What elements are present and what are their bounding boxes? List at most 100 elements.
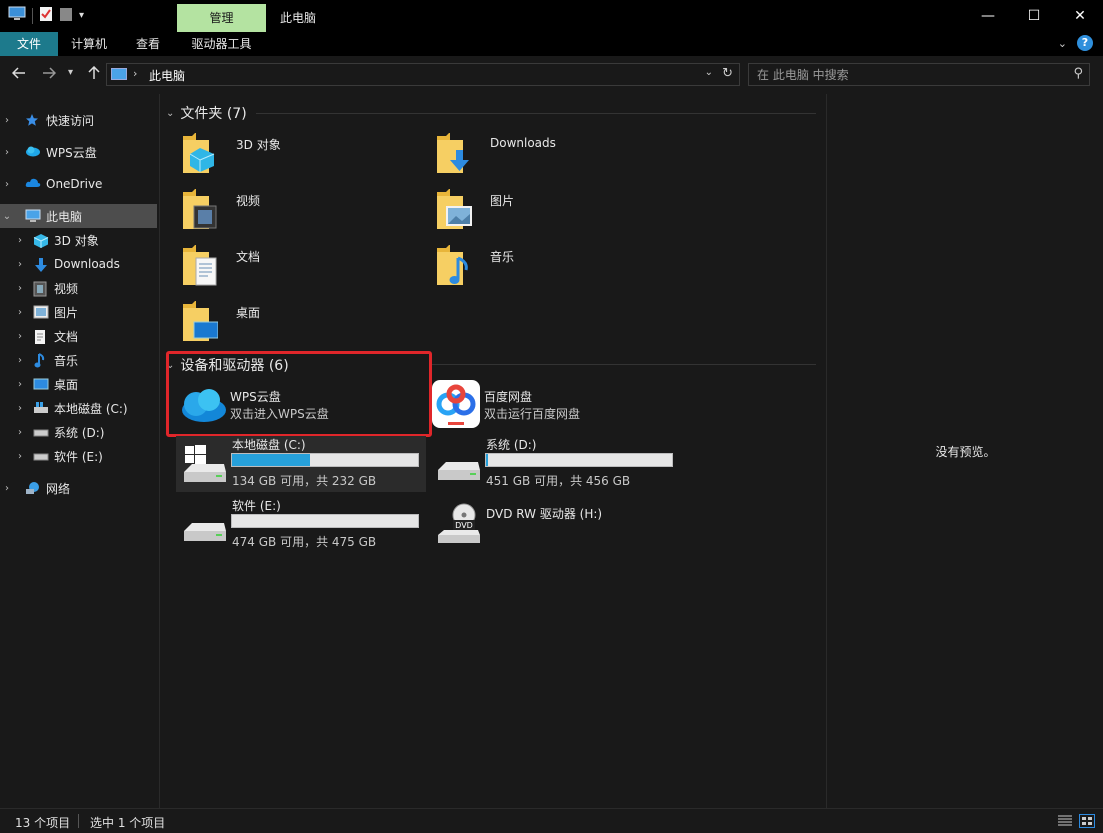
- wps-cloud-icon: [25, 145, 41, 159]
- sidebar-item-downloads[interactable]: › Downloads: [0, 252, 157, 276]
- chevron-right-icon[interactable]: ›: [13, 331, 27, 342]
- sidebar-item-software-e[interactable]: › 软件 (E:): [0, 444, 157, 468]
- expand-ribbon-button[interactable]: ⌄: [1058, 37, 1067, 50]
- usage-bar: [231, 514, 419, 528]
- recent-locations-button[interactable]: ▾: [68, 67, 73, 78]
- navigation-pane: › 快速访问 › WPS云盘 › OneDrive ⌄ 此电脑 › 3D 对象 …: [0, 94, 160, 808]
- folder-downloads[interactable]: Downloads: [434, 128, 674, 178]
- computer-icon[interactable]: [8, 6, 26, 25]
- drive-icon: [438, 462, 480, 480]
- search-input[interactable]: [757, 66, 1057, 83]
- dvd-badge-text: DVD: [455, 521, 473, 530]
- folder-documents[interactable]: 文档: [180, 240, 420, 290]
- chevron-right-icon[interactable]: ›: [0, 179, 14, 190]
- tab-view[interactable]: 查看: [120, 32, 176, 56]
- software-disk-e[interactable]: 软件 (E:) 474 GB 可用，共 475 GB: [176, 497, 426, 553]
- sidebar-item-documents[interactable]: › 文档: [0, 324, 157, 348]
- chevron-right-icon[interactable]: ›: [13, 379, 27, 390]
- chevron-right-icon[interactable]: ›: [13, 451, 27, 462]
- system-disk-d[interactable]: 系统 (D:) 451 GB 可用，共 456 GB: [430, 436, 680, 492]
- dvd-drive-h[interactable]: DVD DVD RW 驱动器 (H:): [430, 497, 680, 553]
- network-icon: [25, 481, 41, 495]
- chevron-right-icon[interactable]: ›: [13, 403, 27, 414]
- details-view-icon[interactable]: [1057, 814, 1073, 828]
- folder-desktop[interactable]: 桌面: [180, 296, 420, 346]
- baidu-netdisk-drive[interactable]: 百度网盘 双击运行百度网盘: [428, 378, 678, 434]
- large-icons-view-icon[interactable]: [1079, 814, 1095, 828]
- chevron-right-icon[interactable]: ›: [0, 115, 14, 126]
- sidebar-item-local-disk-c[interactable]: › 本地磁盘 (C:): [0, 396, 157, 420]
- back-button[interactable]: [11, 66, 26, 84]
- star-icon: [25, 113, 41, 127]
- chevron-right-icon[interactable]: ›: [13, 427, 27, 438]
- tab-file[interactable]: 文件: [0, 32, 58, 56]
- search-icon[interactable]: ⚲: [1073, 66, 1083, 81]
- arrow-right-icon: [43, 67, 57, 79]
- video-icon: [33, 281, 49, 297]
- chevron-right-icon[interactable]: ›: [13, 283, 27, 294]
- new-folder-icon[interactable]: [59, 6, 73, 25]
- up-button[interactable]: [87, 65, 101, 84]
- sidebar-item-pictures[interactable]: › 图片: [0, 300, 157, 324]
- folder-3d-objects[interactable]: 3D 对象: [180, 128, 420, 178]
- desktop-icon: [33, 377, 49, 391]
- usage-bar: [485, 453, 673, 467]
- onedrive-cloud-icon: [25, 177, 41, 191]
- sidebar-item-desktop[interactable]: › 桌面: [0, 372, 157, 396]
- minimize-button[interactable]: —: [965, 0, 1011, 32]
- folder-downloads-icon: [437, 133, 469, 173]
- folder-pictures-icon: [437, 189, 472, 229]
- folder-3d-icon: [183, 133, 215, 173]
- folder-music[interactable]: 音乐: [434, 240, 674, 290]
- windows-drive-icon: [33, 401, 49, 415]
- address-bar[interactable]: › 此电脑 ⌄ ↻: [106, 63, 740, 86]
- preview-pane: 没有预览。: [826, 94, 1103, 808]
- drive-icon: [33, 425, 49, 439]
- forward-button[interactable]: [42, 66, 57, 84]
- close-button[interactable]: ✕: [1057, 0, 1103, 32]
- drive-icon: [184, 523, 226, 541]
- sidebar-item-3d-objects[interactable]: › 3D 对象: [0, 228, 157, 252]
- folder-video-icon: [183, 189, 217, 229]
- address-dropdown-icon[interactable]: ⌄: [705, 67, 713, 78]
- selected-count: 选中 1 个项目: [90, 816, 166, 830]
- properties-icon[interactable]: [39, 6, 53, 25]
- computer-icon: [25, 209, 41, 223]
- sidebar-item-system-d[interactable]: › 系统 (D:): [0, 420, 157, 444]
- chevron-right-icon[interactable]: ›: [13, 235, 27, 246]
- chevron-down-icon[interactable]: ⌄: [166, 108, 174, 119]
- search-box[interactable]: ⚲: [748, 63, 1090, 86]
- chevron-down-icon[interactable]: ⌄: [0, 211, 14, 222]
- sidebar-item-music[interactable]: › 音乐: [0, 348, 157, 372]
- arrow-left-icon: [11, 67, 25, 79]
- refresh-icon[interactable]: ↻: [722, 66, 733, 81]
- help-button[interactable]: ?: [1077, 35, 1093, 51]
- manage-context-tab[interactable]: 管理: [177, 4, 266, 32]
- folders-section-header[interactable]: ⌄ 文件夹 (7): [166, 103, 247, 123]
- breadcrumb-separator[interactable]: ›: [133, 67, 137, 80]
- sidebar-item-videos[interactable]: › 视频: [0, 276, 157, 300]
- local-disk-c[interactable]: 本地磁盘 (C:) 134 GB 可用，共 232 GB: [176, 436, 426, 492]
- section-divider: [256, 113, 816, 114]
- sidebar-item-quick-access[interactable]: › 快速访问: [0, 108, 157, 132]
- chevron-right-icon[interactable]: ›: [13, 307, 27, 318]
- maximize-button[interactable]: ☐: [1011, 0, 1057, 32]
- chevron-right-icon[interactable]: ›: [0, 483, 14, 494]
- download-arrow-icon: [33, 257, 49, 272]
- tab-computer[interactable]: 计算机: [60, 32, 118, 56]
- sidebar-item-onedrive[interactable]: › OneDrive: [0, 172, 157, 196]
- usage-bar: [231, 453, 419, 467]
- chevron-right-icon[interactable]: ›: [0, 147, 14, 158]
- chevron-right-icon[interactable]: ›: [13, 355, 27, 366]
- tab-drive-tools[interactable]: 驱动器工具: [177, 32, 266, 56]
- folder-pictures[interactable]: 图片: [434, 184, 674, 234]
- chevron-right-icon[interactable]: ›: [13, 259, 27, 270]
- breadcrumb-this-pc[interactable]: 此电脑: [149, 67, 185, 84]
- music-note-icon: [33, 353, 49, 368]
- usage-bar-fill: [486, 454, 488, 466]
- folder-videos[interactable]: 视频: [180, 184, 420, 234]
- customize-toolbar-icon[interactable]: ▾: [79, 10, 84, 21]
- sidebar-item-this-pc[interactable]: ⌄ 此电脑: [0, 204, 157, 228]
- sidebar-item-wps-cloud[interactable]: › WPS云盘: [0, 140, 157, 164]
- sidebar-item-network[interactable]: › 网络: [0, 476, 157, 500]
